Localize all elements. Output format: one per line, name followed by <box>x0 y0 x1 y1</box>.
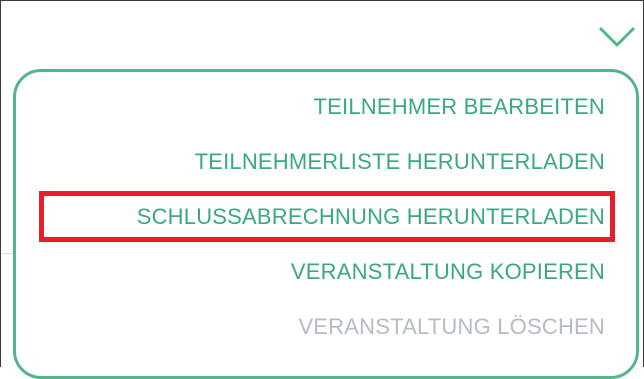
menu-toggle-button[interactable] <box>597 23 637 51</box>
dropdown-panel: TEILNEHMER BEARBEITEN TEILNEHMERLISTE HE… <box>0 0 644 379</box>
menu-item-delete-event: VERANSTALTUNG LÖSCHEN <box>298 314 605 339</box>
menu-item-copy-event[interactable]: VERANSTALTUNG KOPIEREN <box>291 259 605 285</box>
chevron-down-icon <box>599 27 635 47</box>
menu-item-download-participant-list[interactable]: TEILNEHMERLISTE HERUNTERLADEN <box>195 149 605 175</box>
menu-item-edit-participants[interactable]: TEILNEHMER BEARBEITEN <box>314 94 605 120</box>
menu-item-download-final-invoice[interactable]: SCHLUSSABRECHNUNG HERUNTERLADEN <box>137 204 605 230</box>
